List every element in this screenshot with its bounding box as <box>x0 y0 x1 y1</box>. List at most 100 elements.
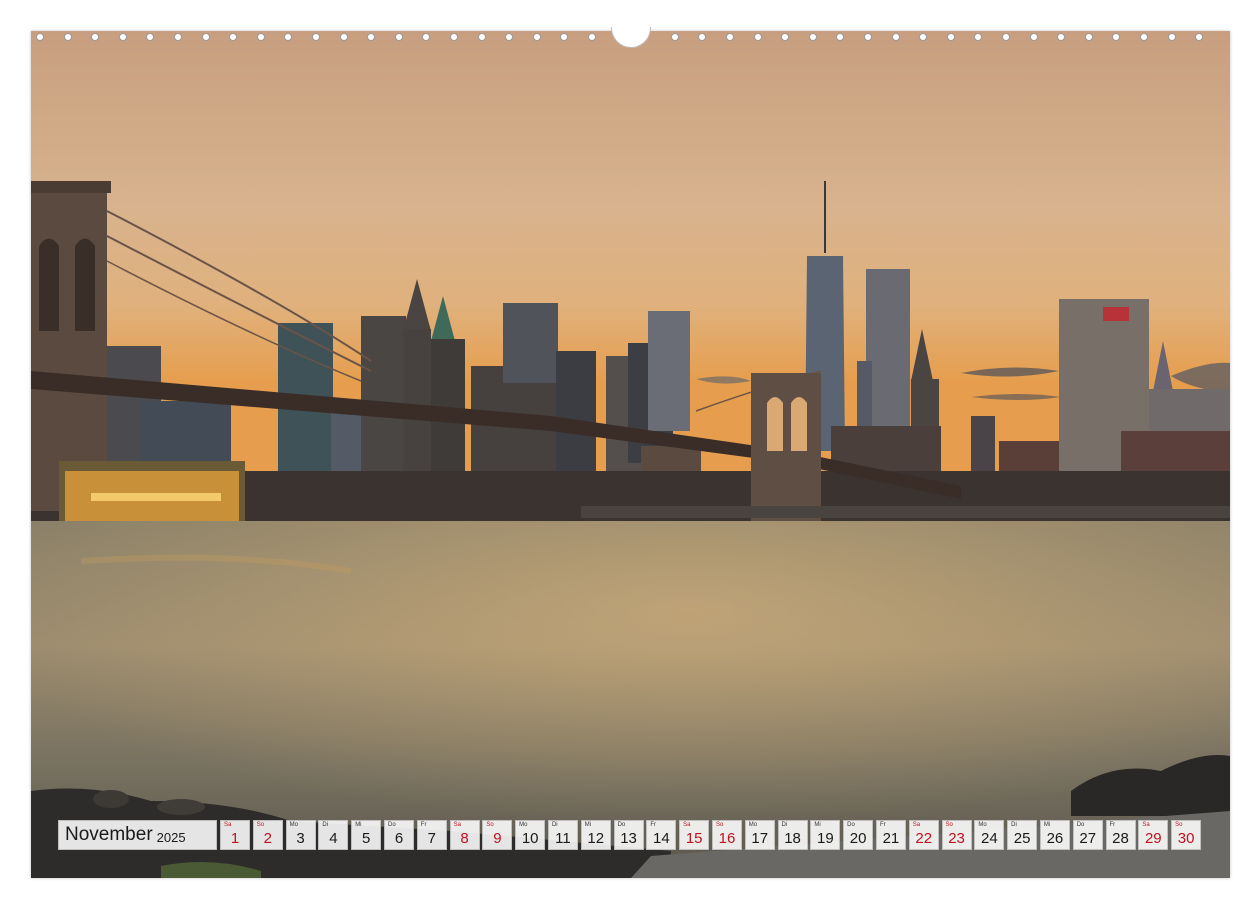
binding-hole <box>146 33 155 41</box>
binding-hole <box>891 33 900 41</box>
binding-hole <box>1029 33 1038 41</box>
binding-hole <box>201 33 210 41</box>
day-cell: So 9 <box>482 820 513 850</box>
day-cell: So 16 <box>711 820 742 850</box>
day-cell: Mo 24 <box>974 820 1005 850</box>
day-cell: Di 18 <box>777 820 808 850</box>
weekday-label: Sa <box>453 822 461 828</box>
weekday-label: Mi <box>814 822 821 828</box>
weekday-label: Di <box>551 822 558 828</box>
binding-hole <box>505 33 514 41</box>
binding-hole <box>974 33 983 41</box>
weekday-label: Di <box>322 822 329 828</box>
month-calendar-strip: November 2025 Sa 1 So 2 Mo 3 Di 4 Mi 5 Do 6 Fr 7 Sa 8 So… <box>58 820 1204 852</box>
weekday-label: Fr <box>650 822 657 828</box>
binding-hole <box>1195 33 1204 41</box>
day-number: 24 <box>980 830 998 847</box>
weekday-label: Fr <box>1109 822 1116 828</box>
weekday-label: Sa <box>912 822 921 828</box>
binding-hole <box>1002 33 1010 41</box>
binding-hole <box>836 33 845 41</box>
binding-hole <box>422 33 431 41</box>
weekday-label: Mi <box>355 822 362 828</box>
day-number: 25 <box>1013 830 1031 847</box>
binding-hole <box>808 33 817 41</box>
day-number: 2 <box>263 830 272 847</box>
binding-hole <box>1167 33 1176 41</box>
day-cell: Mi 26 <box>1039 820 1070 850</box>
day-number: 22 <box>915 830 933 847</box>
day-cell: Fr 7 <box>416 820 447 850</box>
day-number: 3 <box>296 830 305 847</box>
weekday-label: So <box>1175 822 1183 828</box>
weekday-label: Sa <box>1142 822 1150 828</box>
day-cell: Di 25 <box>1007 820 1038 850</box>
day-number: 17 <box>751 830 769 847</box>
binding-hole <box>367 33 376 41</box>
weekday-label: Mo <box>978 822 987 828</box>
binding-hole <box>1084 33 1093 41</box>
day-number: 12 <box>587 830 605 847</box>
weekday-label: Mo <box>519 822 528 828</box>
day-number: 8 <box>460 830 469 847</box>
binding-hole <box>174 33 182 41</box>
day-number: 15 <box>685 830 703 847</box>
day-cell: Fr 21 <box>875 820 906 850</box>
weekday-label: Sa <box>224 822 232 828</box>
day-cell: Di 4 <box>318 820 349 850</box>
binding-hole <box>477 33 486 41</box>
binding-hole <box>91 33 100 41</box>
binding-hole <box>1057 33 1066 41</box>
weekday-label: Fr <box>879 822 886 828</box>
binding-hole <box>256 33 265 41</box>
day-number: 19 <box>817 830 834 847</box>
day-cell: Sa 22 <box>908 820 939 850</box>
binding-hole <box>919 33 928 41</box>
day-number: 29 <box>1144 830 1162 847</box>
day-number: 10 <box>521 830 539 847</box>
day-number: 16 <box>718 830 736 847</box>
weekday-label: Mo <box>748 822 758 828</box>
binding-hole <box>864 33 872 41</box>
day-number: 6 <box>394 830 404 847</box>
weekday-label: Mo <box>289 822 298 828</box>
month-label: November 2025 <box>58 820 217 850</box>
day-cell: Mi 19 <box>810 820 841 850</box>
day-cell: So 2 <box>252 820 283 850</box>
day-cell: Do 20 <box>843 820 874 850</box>
weekday-label: So <box>256 822 265 828</box>
weekday-label: So <box>945 822 953 828</box>
weekday-label: Do <box>1076 822 1085 828</box>
binding-hole <box>339 33 348 41</box>
hanger-hole <box>611 27 651 48</box>
day-cell: Mo 10 <box>515 820 546 850</box>
binding-hole <box>670 33 679 41</box>
weekday-label: Di <box>781 822 788 828</box>
binding-hole <box>394 33 403 41</box>
month-name: November <box>65 824 153 845</box>
day-number: 1 <box>230 830 240 847</box>
binding-hole <box>312 33 320 41</box>
day-cell: Sa 8 <box>449 820 480 850</box>
binding-hole <box>118 33 127 41</box>
weekday-label: Do <box>847 822 855 828</box>
day-number: 4 <box>329 830 338 847</box>
binding-hole <box>726 33 734 41</box>
binding-hole <box>753 33 762 41</box>
weekday-label: Fr <box>420 822 427 828</box>
weekday-label: Do <box>617 822 626 828</box>
day-cell: Mi 5 <box>351 820 382 850</box>
day-cell: Fr 28 <box>1105 820 1136 850</box>
weekday-label: So <box>486 822 494 828</box>
day-number: 23 <box>948 830 965 847</box>
binding-hole <box>1140 33 1148 41</box>
day-number: 27 <box>1079 830 1097 847</box>
binding-hole <box>229 33 238 41</box>
day-number: 18 <box>784 830 801 847</box>
day-number: 9 <box>493 830 502 847</box>
binding-hole <box>284 33 293 41</box>
day-cell: Mi 12 <box>580 820 611 850</box>
day-number: 26 <box>1046 830 1064 847</box>
binding-hole <box>450 33 458 41</box>
day-cell: Fr 14 <box>646 820 677 850</box>
